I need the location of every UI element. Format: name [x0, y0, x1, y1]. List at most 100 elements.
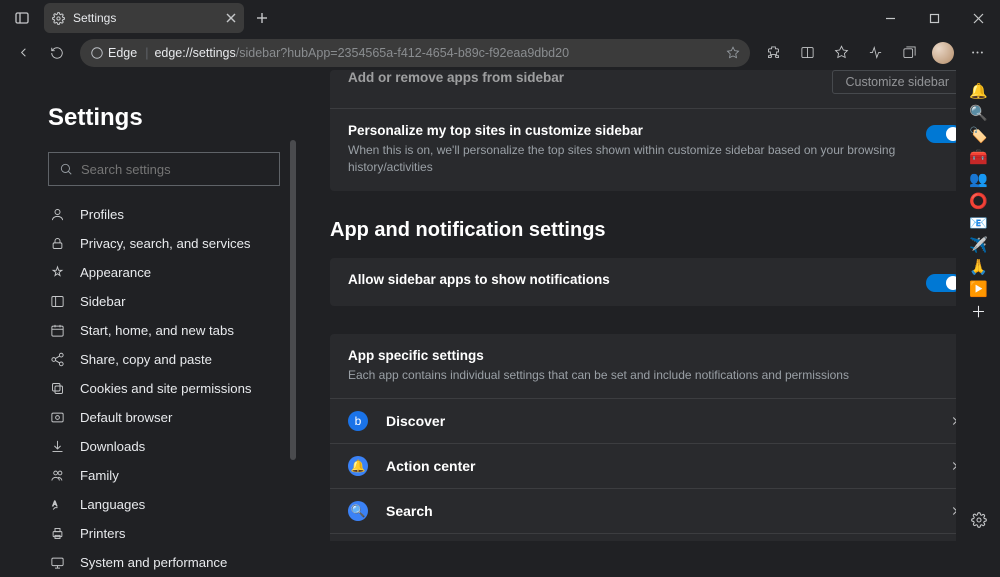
nav-item-start-home-and-new-tabs[interactable]: Start, home, and new tabs: [48, 316, 280, 345]
app-label: Action center: [386, 458, 948, 474]
personalize-top-sites-desc: When this is on, we'll personalize the t…: [348, 142, 926, 177]
customize-sidebar-button[interactable]: Customize sidebar: [832, 70, 962, 94]
performance-icon[interactable]: [858, 38, 892, 68]
sidebar-app-3[interactable]: 🧰: [968, 146, 990, 168]
nav-item-family[interactable]: Family: [48, 461, 280, 490]
nav-item-printers[interactable]: Printers: [48, 519, 280, 548]
nav-item-appearance[interactable]: Appearance: [48, 258, 280, 287]
nav-label: Downloads: [80, 439, 145, 454]
sidebar-app-9[interactable]: ▶️: [968, 278, 990, 300]
nav-label: Sidebar: [80, 294, 125, 309]
edge-logo-icon: [90, 46, 104, 60]
page-title: Settings: [48, 104, 280, 132]
app-icon: 🔔: [348, 456, 368, 476]
nav-icon: [48, 555, 66, 570]
nav-item-share-copy-and-paste[interactable]: Share, copy and paste: [48, 345, 280, 374]
personalize-top-sites-title: Personalize my top sites in customize si…: [348, 123, 926, 138]
split-screen-icon[interactable]: [790, 38, 824, 68]
nav-item-profiles[interactable]: Profiles: [48, 200, 280, 229]
app-icon: 🔍: [348, 501, 368, 521]
search-settings-input[interactable]: [81, 162, 269, 177]
sidebar-app-10[interactable]: ＋: [968, 300, 990, 322]
nav-icon: [48, 236, 66, 251]
app-label: Discover: [386, 413, 948, 429]
maximize-button[interactable]: [912, 0, 956, 36]
search-settings-box[interactable]: [48, 152, 280, 186]
nav-label: Languages: [80, 497, 145, 512]
profile-avatar[interactable]: [932, 42, 954, 64]
tab-title: Settings: [73, 11, 226, 25]
app-row-search[interactable]: 🔍 Search: [330, 488, 980, 533]
nav-label: Cookies and site permissions: [80, 381, 252, 396]
new-tab-button[interactable]: [248, 12, 276, 24]
nav-icon: [48, 468, 66, 483]
nav-icon: [48, 294, 66, 309]
nav-item-sidebar[interactable]: Sidebar: [48, 287, 280, 316]
extensions-icon[interactable]: [756, 38, 790, 68]
nav-item-languages[interactable]: A Languages: [48, 490, 280, 519]
nav-label: Appearance: [80, 265, 151, 280]
nav-item-cookies-and-site-permissions[interactable]: Cookies and site permissions: [48, 374, 280, 403]
app-row-discover[interactable]: b Discover: [330, 398, 980, 443]
app-label: Search: [386, 503, 948, 519]
allow-notifications-card: Allow sidebar apps to show notifications: [330, 258, 980, 306]
sidebar-app-6[interactable]: 📧: [968, 212, 990, 234]
address-url-prefix: edge://settings: [154, 46, 235, 60]
settings-main: Add or remove apps from sidebar Customiz…: [300, 70, 1000, 541]
gear-icon: [52, 12, 65, 25]
allow-notifications-title: Allow sidebar apps to show notifications: [348, 272, 926, 287]
nav-label: System and performance: [80, 555, 227, 570]
collections-icon[interactable]: [892, 38, 926, 68]
app-row-shopping[interactable]: 🏷️Shopping: [330, 533, 980, 541]
sidebar-app-0[interactable]: 🔔: [968, 80, 990, 102]
nav-icon: [48, 526, 66, 541]
edge-sidebar: 🔔🔍🏷️🧰👥⭕📧✈️🙏▶️＋: [956, 70, 1000, 541]
browser-tab[interactable]: Settings: [44, 3, 244, 33]
app-row-action-center[interactable]: 🔔 Action center: [330, 443, 980, 488]
section-heading: App and notification settings: [330, 219, 980, 242]
favorite-icon[interactable]: [726, 46, 740, 60]
sidebar-app-7[interactable]: ✈️: [968, 234, 990, 256]
nav-icon: [48, 439, 66, 454]
app-specific-title: App specific settings: [348, 348, 962, 363]
back-button[interactable]: [6, 38, 40, 68]
tab-actions-button[interactable]: [8, 4, 36, 32]
sidebar-customize-card: Add or remove apps from sidebar Customiz…: [330, 70, 980, 191]
sidebar-app-5[interactable]: ⭕: [968, 190, 990, 212]
nav-label: Printers: [80, 526, 125, 541]
app-icon: b: [348, 411, 368, 431]
sidebar-app-2[interactable]: 🏷️: [968, 124, 990, 146]
close-window-button[interactable]: [956, 0, 1000, 36]
minimize-button[interactable]: [868, 0, 912, 36]
close-tab-button[interactable]: [226, 13, 236, 23]
sidebar-app-1[interactable]: 🔍: [968, 102, 990, 124]
nav-label: Privacy, search, and services: [80, 236, 251, 251]
nav-item-privacy-search-and-services[interactable]: Privacy, search, and services: [48, 229, 280, 258]
toolbar: Edge | edge://settings/sidebar?hubApp=23…: [0, 36, 1000, 70]
row-add-remove-title: Add or remove apps from sidebar: [348, 70, 832, 85]
nav-item-downloads[interactable]: Downloads: [48, 432, 280, 461]
nav-icon: [48, 323, 66, 338]
svg-text:A: A: [52, 501, 57, 508]
nav-icon: A: [48, 497, 66, 512]
nav-item-system-and-performance[interactable]: System and performance: [48, 548, 280, 577]
sidebar-scrollbar[interactable]: [288, 70, 296, 541]
sidebar-app-4[interactable]: 👥: [968, 168, 990, 190]
sidebar-app-8[interactable]: 🙏: [968, 256, 990, 278]
nav-label: Start, home, and new tabs: [80, 323, 234, 338]
address-bar[interactable]: Edge | edge://settings/sidebar?hubApp=23…: [80, 39, 750, 67]
nav-label: Family: [80, 468, 119, 483]
nav-label: Share, copy and paste: [80, 352, 212, 367]
app-specific-desc: Each app contains individual settings th…: [348, 367, 962, 384]
nav-icon: [48, 352, 66, 367]
title-bar: Settings: [0, 0, 1000, 36]
menu-button[interactable]: [960, 38, 994, 68]
nav-label: Default browser: [80, 410, 172, 425]
refresh-button[interactable]: [40, 38, 74, 68]
nav-item-default-browser[interactable]: Default browser: [48, 403, 280, 432]
address-url-rest: /sidebar?hubApp=2354565a-f412-4654-b89c-…: [236, 46, 569, 60]
favorites-icon[interactable]: [824, 38, 858, 68]
nav-icon: [48, 265, 66, 280]
sidebar-settings-button[interactable]: [968, 509, 990, 531]
nav-icon: [48, 381, 66, 396]
